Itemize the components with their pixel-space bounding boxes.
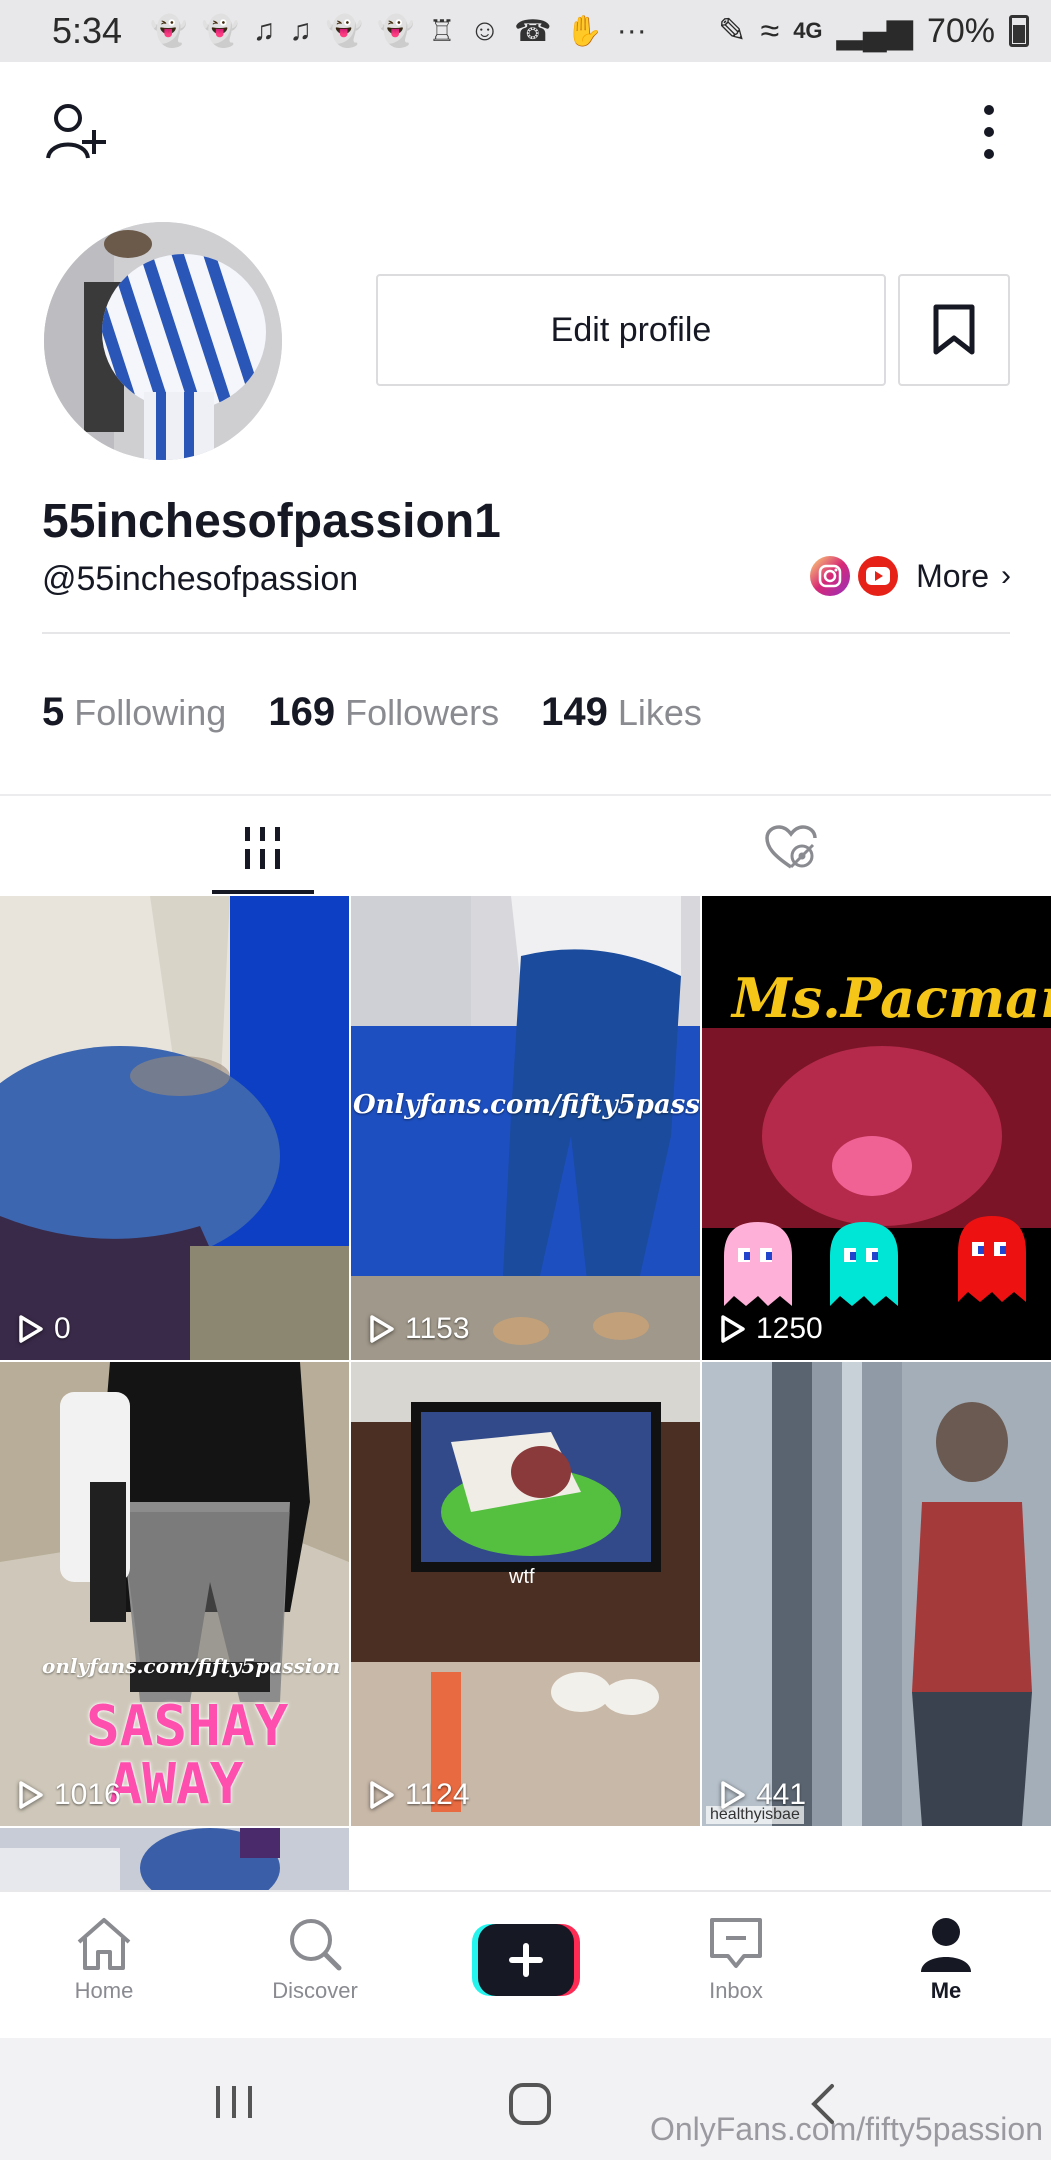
home-button-icon[interactable] [508, 2082, 552, 2126]
video-caption: wtf [509, 1566, 535, 1588]
video-tile[interactable]: 0 [0, 896, 349, 1360]
plus-icon [472, 1924, 580, 1996]
video-thumbnail [351, 896, 700, 1360]
nav-discover[interactable]: Discover [240, 1916, 390, 2004]
liked-hidden-icon [765, 825, 817, 869]
tab-indicator [212, 890, 314, 894]
username: @55inchesofpassion [42, 560, 359, 598]
recent-apps-icon[interactable] [212, 2082, 256, 2122]
likes-label[interactable]: Likes [618, 692, 702, 734]
following-label[interactable]: Following [74, 692, 226, 734]
video-thumbnail [702, 1362, 1051, 1826]
nav-inbox[interactable]: Inbox [661, 1916, 811, 2004]
view-count: 1124 [369, 1778, 470, 1812]
account-circle-icon: ☺ [469, 14, 501, 47]
bookmark-icon [933, 304, 975, 355]
more-options-icon[interactable] [979, 102, 999, 162]
top-bar [0, 62, 1051, 202]
notification-icons: 👻 👻 ♫ ♫ 👻 👻 ♖ ☺ ☎ ✋ ··· [150, 14, 647, 49]
signal-icon: ▂▄▆ [836, 12, 913, 50]
overflow-icon: ··· [616, 14, 647, 47]
search-icon [290, 1919, 342, 1971]
hand-icon: ✋ [565, 14, 603, 48]
social-links[interactable]: More › [810, 556, 1011, 596]
system-navigation-bar: OnlyFans.com/fifty5passion [0, 2038, 1051, 2160]
tiktok-icon: ♫ [289, 14, 312, 47]
status-bar: 5:34 👻 👻 ♫ ♫ 👻 👻 ♖ ☺ ☎ ✋ ··· ✎ ≈ 4G ▂▄▆ … [0, 0, 1051, 62]
ghost-cyan [830, 1222, 898, 1306]
snapchat-icon: 👻 [201, 14, 239, 48]
play-icon [370, 1315, 394, 1343]
clock: 5:34 [52, 10, 123, 51]
video-tile[interactable]: onlyfans.com/fifty5passion SASHAY AWAY 1… [0, 1362, 349, 1826]
snapchat-icon: 👻 [377, 14, 415, 48]
followers-label[interactable]: Followers [345, 692, 499, 734]
bottom-navigation: Home Discover Inbox Me [0, 1890, 1051, 2038]
video-thumbnail [351, 1362, 700, 1826]
battery-icon [1009, 15, 1029, 47]
pencil-icon: ✎ [718, 12, 747, 50]
add-user-icon[interactable] [44, 100, 108, 164]
accessibility-icon: ♖ [428, 14, 456, 48]
view-count: 1250 [720, 1312, 823, 1346]
system-indicators: ✎ ≈ 4G ▂▄▆ 70% [718, 11, 1029, 51]
followers-count[interactable]: 169 [268, 690, 335, 735]
video-tile[interactable] [0, 1828, 349, 1890]
video-tile[interactable]: healthyisbae 441 [702, 1362, 1051, 1826]
person-icon [921, 1918, 971, 1972]
video-caption: Onlyfans.com/fifty5passion [353, 1090, 700, 1120]
likes-count[interactable]: 149 [541, 690, 608, 735]
chevron-right-icon: › [1001, 559, 1011, 592]
watermark: OnlyFans.com/fifty5passion [649, 2111, 1043, 2147]
nav-me[interactable]: Me [871, 1916, 1021, 2004]
nav-home[interactable]: Home [29, 1916, 179, 2004]
network-type: 4G [793, 18, 823, 43]
video-thumbnail [0, 896, 349, 1360]
view-count: 1016 [18, 1778, 121, 1812]
play-icon [721, 1315, 745, 1343]
edit-profile-button[interactable]: Edit profile [376, 274, 886, 386]
snapchat-icon: 👻 [325, 14, 364, 48]
home-icon [77, 1918, 131, 1970]
ghost-pink [724, 1222, 792, 1306]
youtube-icon[interactable] [858, 556, 899, 596]
divider [42, 632, 1010, 634]
battery-percent: 70% [926, 11, 995, 50]
view-count: 441 [720, 1778, 806, 1812]
play-icon [370, 1781, 394, 1809]
video-tile[interactable]: wtf 1124 [351, 1362, 700, 1826]
inbox-icon [710, 1918, 762, 1968]
favorites-button[interactable] [898, 274, 1010, 386]
tab-liked[interactable] [740, 800, 842, 896]
call-icon: ☎ [514, 14, 552, 48]
profile-stats: 5 Following 169 Followers 149 Likes [42, 690, 744, 735]
ghost-red [958, 1216, 1026, 1302]
divider [0, 794, 1051, 796]
tab-videos[interactable] [212, 800, 314, 896]
play-icon [19, 1315, 43, 1343]
display-name: 55inchesofpassion1 [42, 495, 501, 548]
wifi-icon: ≈ [760, 11, 780, 50]
grid-icon [245, 827, 280, 869]
video-tile[interactable]: Ms.Pacman 1250 [702, 896, 1051, 1360]
play-icon [19, 1781, 43, 1809]
view-count: 1153 [369, 1312, 470, 1346]
avatar[interactable] [44, 222, 282, 460]
video-caption: onlyfans.com/fifty5passion [42, 1654, 341, 1678]
video-caption: Ms.Pacman [732, 966, 1051, 1030]
instagram-icon[interactable] [810, 556, 851, 596]
video-thumbnail [0, 1828, 349, 1890]
create-button[interactable] [472, 1924, 580, 1996]
following-count[interactable]: 5 [42, 690, 64, 735]
snapchat-icon: 👻 [150, 14, 188, 48]
more-link[interactable]: More [916, 558, 989, 595]
tiktok-icon: ♫ [252, 14, 276, 47]
view-count: 0 [18, 1312, 71, 1346]
play-icon [721, 1781, 745, 1809]
avatar-image [44, 222, 282, 460]
video-tile[interactable]: Onlyfans.com/fifty5passion 1153 [351, 896, 700, 1360]
